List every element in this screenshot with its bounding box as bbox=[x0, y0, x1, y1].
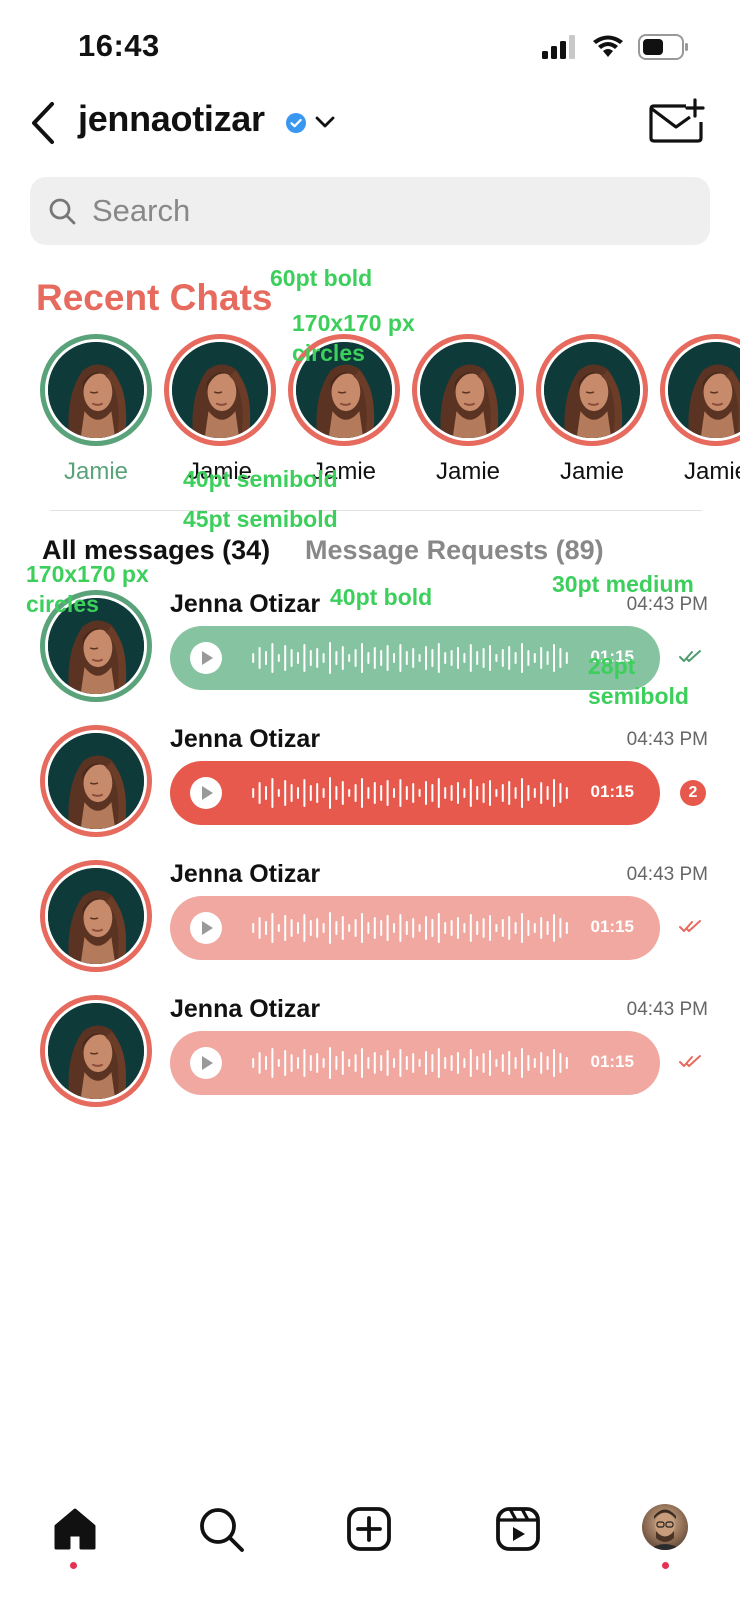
unread-count-badge: 2 bbox=[680, 780, 706, 806]
recent-chats-title: Recent Chats bbox=[36, 277, 273, 318]
annotation-text: 170x170 px bbox=[292, 310, 415, 336]
header: jennaotizar bbox=[0, 90, 740, 160]
sender-name: Jenna Otizar bbox=[170, 725, 321, 753]
avatar-photo bbox=[172, 342, 268, 438]
signal-icon bbox=[542, 35, 575, 59]
avatar-photo bbox=[48, 342, 144, 438]
message-avatar[interactable] bbox=[40, 860, 152, 972]
create-icon[interactable] bbox=[344, 1504, 394, 1554]
recent-chat-item[interactable]: Jamie bbox=[660, 334, 740, 485]
recent-chat-name: Jamie bbox=[63, 458, 129, 485]
recent-chat-item[interactable]: Jamie bbox=[40, 334, 152, 485]
new-message-icon[interactable] bbox=[648, 98, 706, 146]
avatar-photo bbox=[48, 868, 144, 964]
status-time: 16:43 bbox=[78, 28, 160, 63]
annotation-label: 60pt bold bbox=[270, 265, 373, 291]
waveform bbox=[252, 642, 568, 674]
voice-duration: 01:15 bbox=[590, 917, 634, 936]
read-receipt-icon bbox=[678, 1053, 704, 1069]
message-time: 04:43 PM bbox=[626, 729, 708, 750]
annotation-label: 40pt semibold bbox=[183, 466, 338, 492]
home-icon[interactable] bbox=[50, 1504, 100, 1554]
tab-message-requests[interactable]: Message Requests (89) bbox=[305, 535, 604, 566]
voice-message[interactable]: 01:15 bbox=[170, 896, 660, 960]
reels-icon[interactable] bbox=[493, 1504, 543, 1554]
recent-chat-item[interactable]: Jamie bbox=[412, 334, 524, 485]
verified-badge-icon bbox=[286, 113, 306, 133]
recent-chat-avatar bbox=[164, 334, 276, 446]
recent-chat-avatar bbox=[40, 334, 152, 446]
play-icon[interactable] bbox=[190, 642, 222, 674]
annotation-label: 170x170 px circles bbox=[292, 309, 415, 369]
recent-chat-item[interactable]: Jamie bbox=[164, 334, 276, 485]
waveform-container bbox=[250, 1045, 570, 1081]
account-username[interactable]: jennaotizar bbox=[78, 98, 265, 140]
waveform-container bbox=[250, 775, 570, 811]
avatar-photo bbox=[420, 342, 516, 438]
recent-chat-name: Jamie bbox=[559, 458, 625, 485]
message-avatar[interactable] bbox=[40, 995, 152, 1107]
annotation-text: semibold bbox=[588, 682, 689, 709]
sender-name: Jenna Otizar bbox=[170, 995, 321, 1023]
status-bar: 16:43 bbox=[0, 0, 740, 80]
voice-message[interactable]: 01:15 bbox=[170, 626, 660, 690]
status-icons bbox=[542, 34, 690, 60]
message-avatar[interactable] bbox=[40, 725, 152, 837]
avatar-photo bbox=[48, 1003, 144, 1099]
sender-name: Jenna Otizar bbox=[170, 590, 321, 618]
profile-notification-dot bbox=[662, 1562, 669, 1569]
search-input[interactable] bbox=[92, 177, 692, 245]
voice-message[interactable]: 01:15 bbox=[170, 1031, 660, 1095]
avatar-photo bbox=[48, 733, 144, 829]
avatar-photo bbox=[668, 342, 740, 438]
recent-chat-avatar bbox=[412, 334, 524, 446]
divider bbox=[50, 510, 702, 511]
waveform bbox=[252, 1047, 568, 1079]
wifi-icon bbox=[593, 35, 623, 57]
annotation-text: circles bbox=[292, 339, 365, 366]
search-icon[interactable] bbox=[196, 1504, 246, 1554]
annotation-text: circles bbox=[26, 590, 99, 617]
search-icon bbox=[49, 198, 76, 225]
message-row[interactable]: Jenna Otizar 04:43 PM 01:15 2 bbox=[0, 725, 740, 845]
message-row[interactable]: Jenna Otizar 04:43 PM 01:15 bbox=[0, 995, 740, 1115]
search-bar[interactable] bbox=[30, 177, 710, 245]
recent-chat-item[interactable]: Jamie bbox=[536, 334, 648, 485]
message-time: 04:43 PM bbox=[626, 864, 708, 885]
home-active-dot bbox=[70, 1562, 77, 1569]
recent-chat-name: Jamie bbox=[435, 458, 501, 485]
annotation-text: 170x170 px bbox=[26, 561, 149, 587]
waveform bbox=[252, 912, 568, 944]
chevron-down-icon[interactable] bbox=[314, 114, 336, 130]
play-icon[interactable] bbox=[190, 912, 222, 944]
message-row[interactable]: Jenna Otizar 04:43 PM 01:15 bbox=[0, 860, 740, 980]
annotation-label: 170x170 px circles bbox=[26, 560, 149, 620]
play-icon[interactable] bbox=[190, 1047, 222, 1079]
bottom-nav bbox=[0, 1490, 740, 1600]
annotation-label: 28pt semibold bbox=[588, 652, 689, 712]
back-icon[interactable] bbox=[28, 100, 60, 146]
waveform-container bbox=[250, 910, 570, 946]
sender-name: Jenna Otizar bbox=[170, 860, 321, 888]
annotation-label: 30pt medium bbox=[552, 571, 694, 597]
annotation-label: 40pt bold bbox=[330, 584, 433, 610]
play-icon[interactable] bbox=[190, 777, 222, 809]
voice-message[interactable]: 01:15 bbox=[170, 761, 660, 825]
message-time: 04:43 PM bbox=[626, 999, 708, 1020]
voice-duration: 01:15 bbox=[590, 782, 634, 801]
profile-photo bbox=[648, 1509, 682, 1550]
annotation-text: 28pt bbox=[588, 653, 636, 679]
waveform bbox=[252, 777, 568, 809]
profile-avatar[interactable] bbox=[642, 1504, 688, 1550]
recent-chat-avatar bbox=[660, 334, 740, 446]
annotation-label: 45pt semibold bbox=[183, 506, 338, 532]
avatar-photo bbox=[544, 342, 640, 438]
battery-icon bbox=[638, 34, 688, 60]
waveform-container bbox=[250, 640, 570, 676]
recent-chat-name: Jamie bbox=[683, 458, 740, 485]
recent-chat-avatar bbox=[536, 334, 648, 446]
voice-duration: 01:15 bbox=[590, 1052, 634, 1071]
read-receipt-icon bbox=[678, 918, 704, 934]
